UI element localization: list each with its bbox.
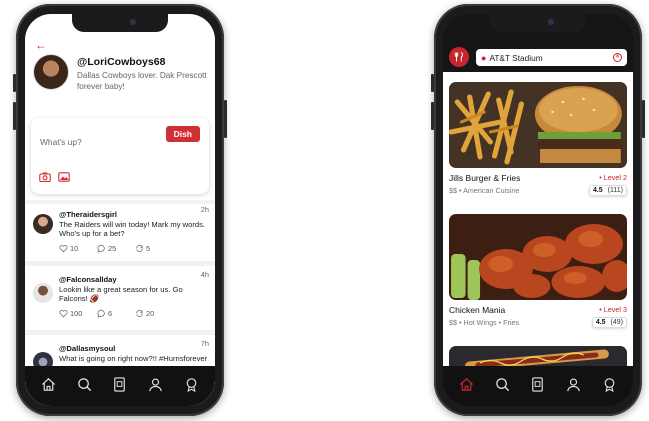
like-stat[interactable]: 10 bbox=[59, 244, 97, 253]
badge-icon[interactable] bbox=[180, 373, 202, 395]
badge-icon[interactable] bbox=[598, 373, 620, 395]
search-icon[interactable] bbox=[73, 373, 95, 395]
user-icon[interactable] bbox=[145, 373, 167, 395]
post-text: What is going on right now?!! #Hurnsfore… bbox=[59, 354, 208, 363]
post-handle[interactable]: @Dallasmysoul bbox=[59, 344, 209, 353]
home-icon[interactable] bbox=[38, 373, 60, 395]
avatar bbox=[33, 214, 53, 234]
heart-icon bbox=[59, 310, 68, 318]
ticket-icon[interactable] bbox=[109, 373, 131, 395]
level-label: • Level 3 bbox=[599, 305, 627, 314]
repost-icon bbox=[136, 244, 143, 253]
restaurant-card[interactable]: Chicken Mania • Level 3 $$ • Hot Wings •… bbox=[449, 214, 627, 328]
compose-box: What's up? Dish bbox=[31, 118, 209, 194]
location-search[interactable]: ● ✕ bbox=[476, 49, 627, 66]
avatar bbox=[33, 54, 69, 90]
restaurant-card[interactable]: Jills Burger & Fries • Level 2 $$ • Amer… bbox=[449, 82, 627, 196]
bottom-nav bbox=[25, 366, 215, 406]
profile-bio: Dallas Cowboys lover. Dak Prescott forev… bbox=[77, 71, 207, 91]
comment-icon bbox=[97, 309, 105, 318]
camera-icon[interactable] bbox=[39, 170, 51, 188]
dish-button[interactable]: Dish bbox=[165, 126, 200, 142]
post-time: 2h bbox=[200, 205, 209, 214]
comment-stat[interactable]: 6 bbox=[97, 309, 135, 318]
phone-frame-right: ● ✕ bbox=[431, 4, 645, 416]
phone-frame-left: ← @LoriCowboys68 Dallas Cowboys lover. D… bbox=[13, 4, 227, 416]
bottom-nav bbox=[443, 366, 633, 406]
search-icon[interactable] bbox=[491, 373, 513, 395]
wings-photo bbox=[449, 214, 627, 300]
like-stat[interactable]: 100 bbox=[59, 309, 97, 318]
feed-post[interactable]: @Falconsallday Lookin like a great seaso… bbox=[25, 269, 215, 335]
profile-screen: ← @LoriCowboys68 Dallas Cowboys lover. D… bbox=[25, 14, 215, 406]
ticket-icon[interactable] bbox=[527, 373, 549, 395]
clear-icon[interactable]: ✕ bbox=[613, 53, 622, 62]
avatar bbox=[33, 283, 53, 303]
rating-badge: 4.5 (111) bbox=[588, 185, 627, 196]
post-handle[interactable]: @Falconsallday bbox=[59, 275, 209, 284]
notch bbox=[490, 14, 586, 32]
comment-stat[interactable]: 25 bbox=[97, 244, 135, 253]
post-time: 4h bbox=[200, 270, 209, 279]
repost-icon bbox=[136, 309, 143, 318]
post-text: Lookin like a great season for us. Go Fa… bbox=[59, 285, 183, 304]
restaurant-list: Jills Burger & Fries • Level 2 $$ • Amer… bbox=[443, 72, 633, 400]
post-handle[interactable]: @Theraidersgirl bbox=[59, 210, 209, 219]
image-icon[interactable] bbox=[58, 170, 70, 188]
notch bbox=[72, 14, 168, 32]
home-icon[interactable] bbox=[456, 373, 478, 395]
rating-badge: 4.5 (49) bbox=[591, 317, 627, 328]
comment-icon bbox=[97, 244, 105, 253]
back-arrow-icon[interactable]: ← bbox=[35, 38, 47, 52]
search-bar-area: ● ✕ bbox=[443, 42, 633, 72]
level-label: • Level 2 bbox=[599, 173, 627, 182]
profile-username: @LoriCowboys68 bbox=[77, 56, 166, 68]
compose-input[interactable]: What's up? bbox=[40, 137, 82, 147]
user-icon[interactable] bbox=[563, 373, 585, 395]
profile-header: @LoriCowboys68 Dallas Cowboys lover. Dak… bbox=[33, 54, 209, 92]
feed-post[interactable]: @Theraidersgirl The Raiders will win tod… bbox=[25, 204, 215, 266]
search-input[interactable] bbox=[489, 52, 613, 63]
share-stat[interactable]: 5 bbox=[135, 244, 173, 253]
burger-photo bbox=[449, 82, 627, 168]
location-pin-icon: ● bbox=[481, 52, 487, 63]
heart-icon bbox=[59, 245, 68, 253]
restaurants-screen: ● ✕ bbox=[443, 14, 633, 406]
fork-knife-icon[interactable] bbox=[449, 47, 469, 67]
post-time: 7h bbox=[200, 339, 209, 348]
share-stat[interactable]: 20 bbox=[135, 309, 173, 318]
post-text: The Raiders will win today! Mark my word… bbox=[59, 220, 206, 239]
